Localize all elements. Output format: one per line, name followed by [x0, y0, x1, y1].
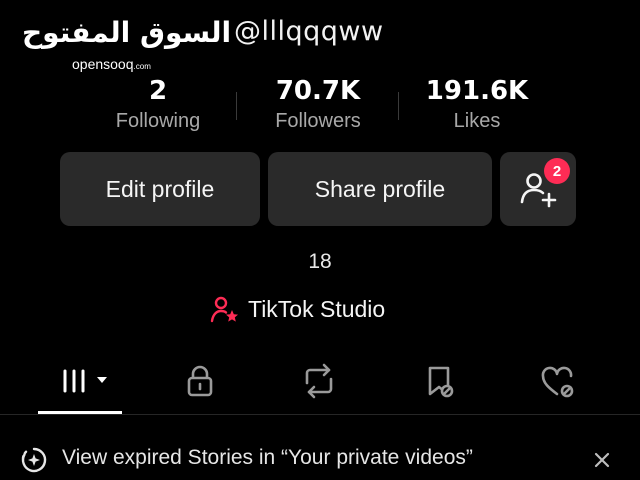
notification-badge: 2: [544, 158, 570, 184]
lock-icon: [187, 365, 213, 397]
liked-heart-icon: [541, 366, 574, 398]
share-profile-button[interactable]: Share profile: [268, 152, 492, 226]
stat-likes-value: 191.6K: [425, 76, 529, 106]
stat-likes[interactable]: 191.6K Likes: [392, 76, 562, 133]
watermark-suffix: .com: [133, 62, 151, 71]
stories-plus-icon: [21, 447, 47, 473]
edit-profile-label: Edit profile: [105, 175, 215, 202]
stat-following-value: 2: [148, 76, 168, 106]
tab-bar-divider: [0, 414, 640, 415]
edit-profile-button[interactable]: Edit profile: [60, 152, 260, 226]
stat-following[interactable]: 2 Following: [73, 76, 243, 133]
stat-followers-value: 70.7K: [275, 76, 361, 106]
tab-videos[interactable]: [40, 358, 120, 404]
watermark-latin-text: opensooq: [72, 56, 134, 72]
stat-followers[interactable]: 70.7K Followers: [233, 76, 403, 133]
tab-reposts[interactable]: [279, 358, 359, 404]
bookmark-icon: [428, 366, 454, 398]
watermark-arabic: السوق المفتوح: [22, 16, 232, 49]
tab-liked[interactable]: [518, 358, 598, 404]
stat-likes-label: Likes: [453, 110, 501, 132]
stat-followers-label: Followers: [275, 110, 361, 132]
tiktok-studio-link[interactable]: TikTok Studio: [210, 294, 385, 324]
username: @lllqqqww: [234, 16, 384, 47]
tab-private[interactable]: [160, 358, 240, 404]
watermark-latin: opensooq.com: [72, 56, 151, 72]
banner-text: View expired Stories in “Your private vi…: [62, 446, 473, 469]
tiktok-studio-label: TikTok Studio: [248, 295, 386, 322]
tab-favorites[interactable]: [400, 358, 480, 404]
profile-age: 18: [308, 250, 332, 273]
share-profile-label: Share profile: [314, 175, 446, 202]
chevron-down-icon: [97, 377, 107, 383]
repost-icon: [305, 363, 333, 399]
grid-icon: [63, 369, 107, 393]
person-star-icon: [210, 296, 238, 323]
close-icon[interactable]: [592, 450, 612, 470]
stat-following-label: Following: [115, 110, 201, 132]
